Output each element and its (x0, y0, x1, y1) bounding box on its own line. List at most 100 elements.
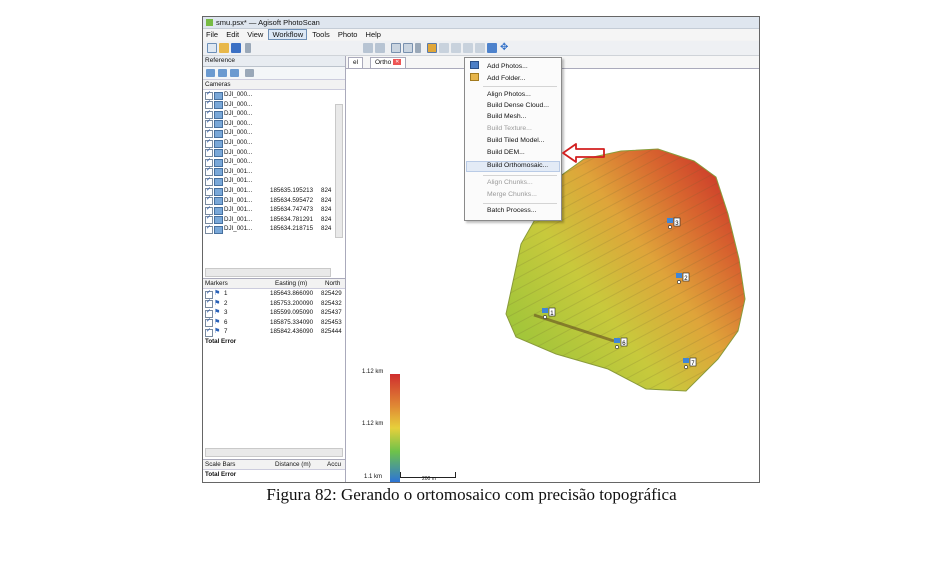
save-icon[interactable] (231, 43, 241, 53)
title-bar: smu.psx* — Agisoft PhotoScan (203, 17, 759, 29)
camera-icon (214, 206, 223, 215)
camera-row[interactable]: DJI_000... (203, 128, 345, 138)
camera-row[interactable]: DJI_000... (203, 99, 345, 110)
marker-flag-icon: ⚑ (214, 290, 221, 297)
camera-checkbox[interactable] (205, 224, 213, 234)
marker-row[interactable]: ⚑7 185842.436090 825444 (203, 327, 345, 337)
menu-item-align-chunks: Align Chunks... (487, 179, 533, 186)
open-icon[interactable] (219, 43, 229, 53)
camera-row[interactable]: DJI_000... (203, 147, 345, 158)
camera-icon (214, 177, 223, 186)
camera-row[interactable]: DJI_000... (203, 118, 345, 129)
menu-item-build-dem[interactable]: Build DEM... (487, 149, 525, 156)
camera-row[interactable]: DJI_001... (203, 176, 345, 186)
tool-icon[interactable] (475, 43, 485, 53)
tab-model[interactable]: el (348, 57, 364, 68)
camera-scrollbar-horizontal[interactable] (205, 268, 331, 277)
camera-north: 824 (321, 225, 332, 233)
marker-scrollbar-horizontal[interactable] (205, 448, 343, 457)
menu-workflow[interactable]: Workflow (268, 29, 308, 40)
legend-top-label: 1.12 km (362, 369, 384, 375)
menu-item-merge-chunks: Merge Chunks... (487, 191, 537, 198)
marker-north: 825444 (321, 328, 342, 336)
menu-item-build-dense-cloud[interactable]: Build Dense Cloud... (487, 102, 549, 109)
zoom-in-icon[interactable] (391, 43, 401, 53)
menu-item-add-photos[interactable]: Add Photos... (487, 63, 528, 70)
camera-row[interactable]: DJI_001... (203, 166, 345, 177)
marker-label: 2 (224, 299, 228, 307)
menu-file[interactable]: File (203, 29, 221, 40)
easting-column-label: Easting (m) (275, 280, 308, 287)
marker-label: 3 (224, 309, 228, 317)
menu-separator (483, 175, 557, 176)
red-arrow-annotation (562, 143, 605, 163)
orthomosaic-icon[interactable] (427, 43, 437, 53)
camera-scrollbar-vertical[interactable] (335, 104, 343, 238)
marker-point (684, 365, 688, 369)
camera-row[interactable]: DJI_001... 185634.218715 824 (203, 224, 345, 234)
marker-row[interactable]: ⚑6 185875.334090 825453 (203, 317, 345, 328)
menu-item-add-folder[interactable]: Add Folder... (487, 75, 526, 82)
camera-row[interactable]: DJI_001... 185634.781291 824 (203, 214, 345, 225)
tab-ortho[interactable]: Ortho ✕ (370, 57, 407, 68)
export-icon[interactable] (218, 69, 227, 77)
undo-icon[interactable] (245, 43, 251, 53)
camera-row[interactable]: DJI_000... (203, 90, 345, 100)
menu-item-build-orthomosaic[interactable]: Build Orthomosaic... (487, 162, 548, 169)
camera-label: DJI_000... (224, 110, 253, 118)
marker-row[interactable]: ⚑3 185599.095090 825437 (203, 308, 345, 318)
scalebars-section: Scale Bars Distance (m) Accu Total Error (203, 459, 345, 480)
menu-edit[interactable]: Edit (223, 29, 242, 40)
marker-checkbox[interactable] (205, 327, 213, 337)
tab-model-label: el (353, 59, 359, 66)
camera-row[interactable]: DJI_000... (203, 157, 345, 167)
menu-view[interactable]: View (244, 29, 266, 40)
close-tab-icon[interactable]: ✕ (393, 59, 402, 66)
camera-row[interactable]: DJI_000... (203, 109, 345, 119)
marker-flag-icon (614, 338, 620, 343)
main-toolbar: ✥ (203, 41, 759, 56)
add-photos-icon (470, 61, 479, 69)
camera-label: DJI_001... (224, 186, 253, 194)
camera-row[interactable]: DJI_001... 185634.595472 824 (203, 195, 345, 206)
camera-icon (214, 101, 223, 110)
menu-help[interactable]: Help (363, 29, 384, 40)
camera-icon (214, 139, 223, 148)
camera-row[interactable]: DJI_000... (203, 138, 345, 148)
menu-photo[interactable]: Photo (335, 29, 361, 40)
import-icon[interactable] (206, 69, 215, 77)
camera-north: 824 (321, 196, 332, 204)
tool-icon[interactable] (463, 43, 473, 53)
marker-row[interactable]: ⚑1 185643.866090 825429 (203, 289, 345, 299)
tool-icon[interactable] (415, 43, 421, 53)
menu-item-build-tiled-model[interactable]: Build Tiled Model... (487, 137, 544, 144)
marker-flag-icon: ⚑ (214, 318, 221, 326)
settings-icon[interactable] (245, 69, 254, 77)
marker-easting: 185875.334090 (270, 318, 314, 326)
convert-icon[interactable] (230, 69, 239, 77)
tool-icon[interactable] (363, 43, 373, 53)
new-icon[interactable] (207, 43, 217, 53)
camera-icon (214, 225, 223, 234)
tool-icon[interactable] (451, 43, 461, 53)
menu-bar: File Edit View Workflow Tools Photo Help (203, 29, 759, 40)
move-icon[interactable]: ✥ (500, 43, 510, 53)
accuracy-column-label: Accu (327, 461, 341, 468)
zoom-out-icon[interactable] (403, 43, 413, 53)
menu-separator (483, 86, 557, 87)
tool-icon[interactable] (439, 43, 449, 53)
menu-tools[interactable]: Tools (309, 29, 333, 40)
select-icon[interactable] (487, 43, 497, 53)
marker-flag-icon (676, 273, 682, 278)
camera-row[interactable]: DJI_001... 185635.195213 824 (203, 186, 345, 196)
scale-label: 200 m (422, 476, 436, 482)
marker-row[interactable]: ⚑2 185753.200090 825432 (203, 298, 345, 309)
menu-item-batch-process[interactable]: Batch Process... (487, 207, 537, 214)
camera-easting: 185634.747473 (270, 206, 314, 214)
menu-item-align-photos[interactable]: Align Photos... (487, 91, 531, 98)
camera-icon (214, 187, 223, 196)
camera-row[interactable]: DJI_001... 185634.747473 824 (203, 205, 345, 215)
tool-icon[interactable] (375, 43, 385, 53)
menu-item-build-mesh[interactable]: Build Mesh... (487, 113, 526, 120)
scalebars-header: Scale Bars Distance (m) Accu (203, 460, 345, 470)
